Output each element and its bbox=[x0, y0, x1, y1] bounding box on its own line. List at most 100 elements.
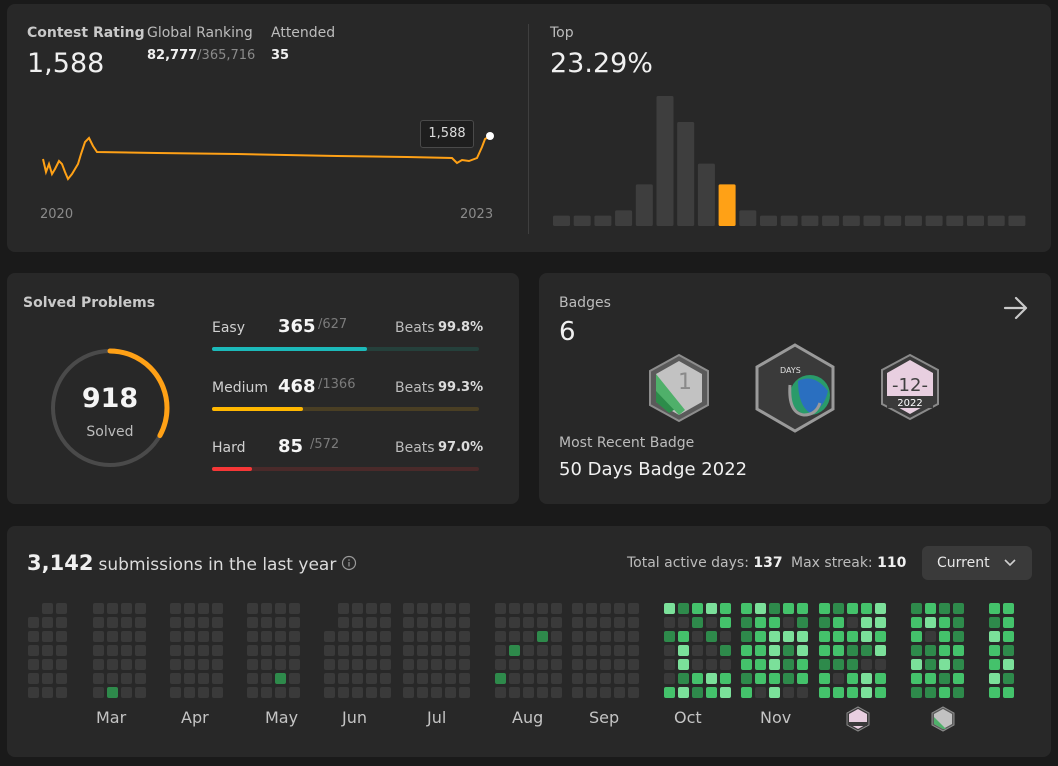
histogram-bar bbox=[780, 215, 798, 226]
period-dropdown-value: Current bbox=[937, 555, 990, 571]
rating-current-point[interactable] bbox=[486, 132, 494, 140]
solved-total: 918 bbox=[81, 383, 139, 414]
histogram-bar bbox=[987, 215, 1005, 226]
submissions-heading: 3,142 submissions in the last year bbox=[27, 551, 336, 575]
easy-progress-fill bbox=[212, 347, 367, 351]
easy-beats-label: Beats bbox=[395, 320, 435, 336]
histogram-bar bbox=[677, 122, 695, 226]
histogram-bar bbox=[884, 215, 902, 226]
difficulty-row-hard: Hard 85 /572 Beats 97.0% bbox=[212, 433, 484, 477]
easy-total: /627 bbox=[318, 317, 348, 332]
submissions-count: 3,142 bbox=[27, 551, 94, 575]
histogram-bar bbox=[842, 215, 860, 226]
histogram-bar bbox=[553, 215, 570, 226]
days-badge-text: DAYS bbox=[780, 366, 801, 375]
contest-rating-card: Contest Rating 1,588 Global Ranking 82,7… bbox=[7, 4, 1051, 252]
histogram-bar bbox=[946, 215, 964, 226]
solved-total-label: Solved bbox=[86, 424, 134, 440]
active-days-label: Total active days: bbox=[627, 555, 749, 571]
medium-total: /1366 bbox=[318, 377, 356, 392]
histogram-bar bbox=[635, 184, 653, 226]
december-month-badge-icon[interactable] bbox=[846, 706, 870, 732]
histogram-bar bbox=[1008, 215, 1026, 226]
top-histogram bbox=[553, 96, 1026, 226]
info-icon[interactable] bbox=[341, 555, 357, 571]
global-total: /365,716 bbox=[197, 48, 256, 63]
easy-count: 365 bbox=[278, 316, 316, 337]
attended-label: Attended bbox=[271, 25, 336, 41]
rating-tooltip: 1,588 bbox=[420, 120, 474, 148]
hard-beats: 97.0% bbox=[438, 440, 484, 455]
hard-progress-bar bbox=[212, 467, 479, 471]
histogram-bar bbox=[573, 215, 591, 226]
hard-progress-fill bbox=[212, 467, 253, 471]
active-days: Total active days: 137 bbox=[627, 555, 783, 571]
histogram-bar bbox=[718, 184, 736, 226]
50-days-badge-icon[interactable]: DAYS bbox=[754, 343, 836, 433]
hard-total: /572 bbox=[310, 437, 340, 452]
max-streak-value: 110 bbox=[877, 555, 907, 571]
annual-badge-number: 1 bbox=[678, 370, 692, 395]
medium-beats-label: Beats bbox=[395, 380, 435, 396]
difficulty-row-easy: Easy 365 /627 Beats 99.8% bbox=[212, 313, 484, 357]
max-streak: Max streak: 110 bbox=[791, 555, 906, 571]
histogram-bar bbox=[863, 215, 881, 226]
global-ranking-label: Global Ranking bbox=[147, 25, 253, 41]
top-label: Top bbox=[550, 25, 574, 41]
arrow-right-icon[interactable] bbox=[1002, 295, 1030, 321]
badges-title: Badges bbox=[559, 295, 611, 311]
medium-beats: 99.3% bbox=[438, 380, 484, 395]
histogram-bar bbox=[904, 215, 922, 226]
month-label-jul: Jul bbox=[427, 708, 447, 727]
x-axis-end: 2023 bbox=[460, 207, 494, 222]
month-label-aug: Aug bbox=[512, 708, 544, 727]
solved-problems-card: Solved Problems 918 Solved Easy 365 /627… bbox=[7, 273, 519, 504]
annual-month-badge-icon[interactable] bbox=[931, 706, 955, 732]
easy-beats: 99.8% bbox=[438, 320, 484, 335]
period-dropdown[interactable]: Current bbox=[922, 546, 1032, 580]
card-divider bbox=[528, 24, 529, 234]
medium-progress-bar bbox=[212, 407, 479, 411]
easy-progress-bar bbox=[212, 347, 479, 351]
histogram-bar bbox=[925, 215, 943, 226]
badges-count: 6 bbox=[559, 317, 576, 347]
annual-badge-icon[interactable]: 1 bbox=[647, 353, 711, 423]
december-badge-number: -12- bbox=[892, 375, 928, 396]
contest-rating-label: Contest Rating bbox=[27, 25, 145, 41]
histogram-bar bbox=[656, 96, 674, 226]
solved-title: Solved Problems bbox=[23, 295, 156, 311]
histogram-bar bbox=[760, 215, 777, 226]
december-badge-icon[interactable]: -12- 2022 bbox=[879, 353, 941, 421]
top-value: 23.29% bbox=[550, 48, 653, 79]
december-badge-year: 2022 bbox=[897, 398, 922, 409]
histogram-bar bbox=[697, 163, 715, 226]
month-label-sep: Sep bbox=[589, 708, 620, 727]
chevron-down-icon bbox=[1004, 559, 1016, 567]
easy-label: Easy bbox=[212, 320, 246, 336]
histogram-bar bbox=[967, 215, 984, 226]
month-label-may: May bbox=[265, 708, 299, 727]
max-streak-label: Max streak: bbox=[791, 555, 873, 571]
histogram-bar bbox=[594, 215, 612, 226]
histogram-bar bbox=[615, 210, 633, 226]
active-days-value: 137 bbox=[753, 555, 783, 571]
month-label-mar: Mar bbox=[96, 708, 127, 727]
histogram-bar bbox=[801, 215, 819, 226]
month-label-nov: Nov bbox=[760, 708, 792, 727]
contest-rating-value: 1,588 bbox=[27, 48, 105, 79]
month-label-oct: Oct bbox=[674, 708, 702, 727]
histogram-bar bbox=[822, 215, 840, 226]
hard-beats-label: Beats bbox=[395, 440, 435, 456]
badges-card: Badges 6 1 DAYS -12- 2022 Most Recent Ba… bbox=[539, 273, 1051, 504]
hard-label: Hard bbox=[212, 440, 246, 456]
month-label-apr: Apr bbox=[181, 708, 209, 727]
global-ranking-value: 82,777/365,716 bbox=[147, 48, 255, 63]
medium-progress-fill bbox=[212, 407, 303, 411]
most-recent-badge-label: Most Recent Badge bbox=[559, 435, 695, 451]
difficulty-row-medium: Medium 468 /1366 Beats 99.3% bbox=[212, 373, 484, 417]
medium-label: Medium bbox=[212, 380, 268, 396]
submissions-label: submissions in the last year bbox=[98, 555, 337, 575]
histogram-bar bbox=[739, 210, 757, 226]
month-label-jun: Jun bbox=[342, 708, 367, 727]
global-rank: 82,777 bbox=[147, 48, 198, 63]
